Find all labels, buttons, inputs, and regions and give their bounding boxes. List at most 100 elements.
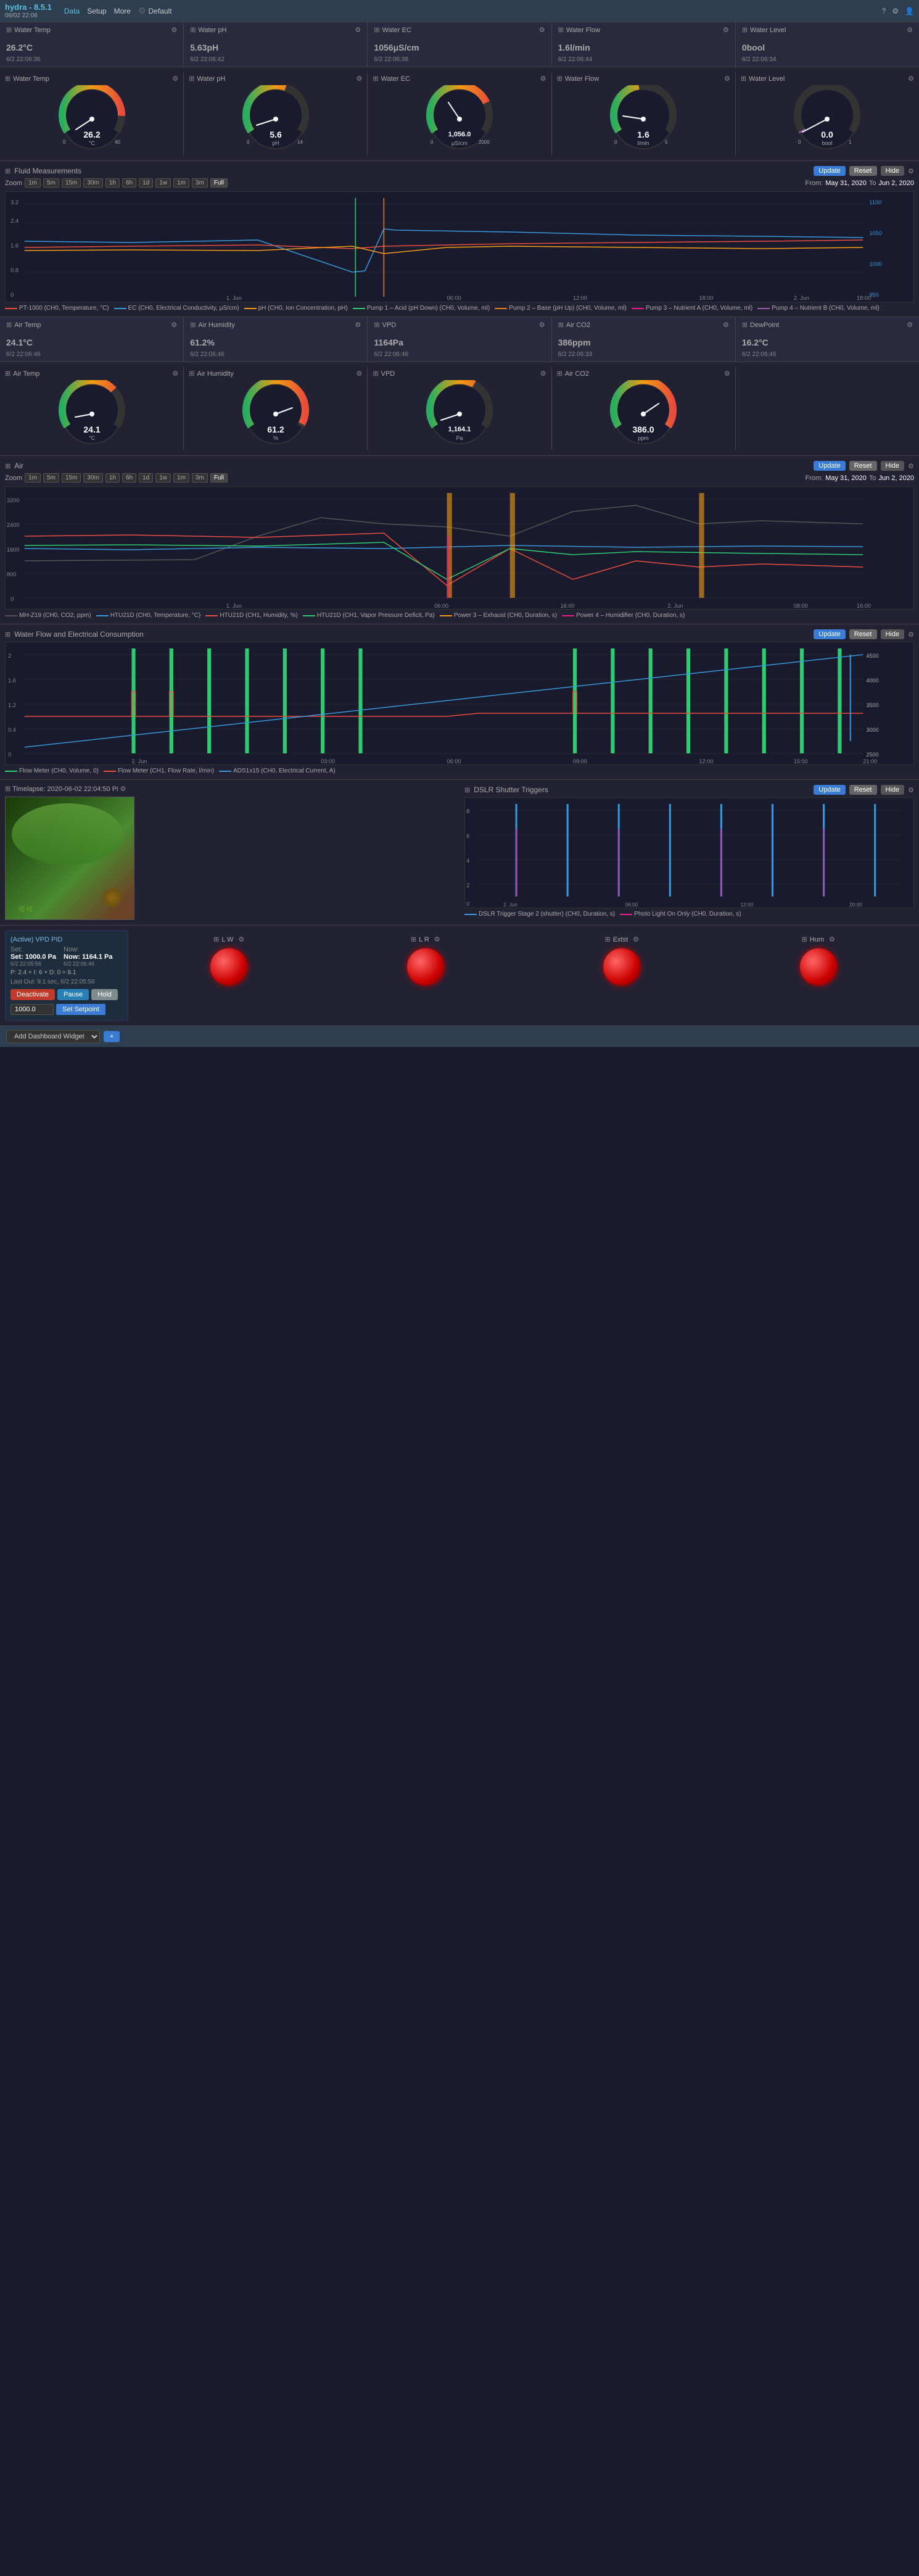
zoom-6h[interactable]: 6h <box>122 178 136 188</box>
fluid-reset-btn[interactable]: Reset <box>849 166 877 176</box>
gear-icon-at[interactable]: ⚙ <box>171 321 177 329</box>
settings-icon[interactable]: ⚙ <box>892 7 899 15</box>
wf-update-btn[interactable]: Update <box>814 629 845 639</box>
setpoint-input[interactable] <box>10 1004 54 1015</box>
wf-hide-btn[interactable]: Hide <box>881 629 905 639</box>
legend-power3: Power 3 – Exhaust (CH0, Duration, s) <box>440 612 557 619</box>
hold-button[interactable]: Hold <box>91 989 118 1000</box>
svg-text:0: 0 <box>10 292 14 298</box>
gauge-water-ec: ⊞ Water EC ⚙ 1,056.0 μS/cm 0 2000 <box>368 72 551 155</box>
gear-icon-gah[interactable]: ⚙ <box>356 370 363 378</box>
gear-icon-gwl[interactable]: ⚙ <box>908 75 914 83</box>
grid-icon-gwl: ⊞ <box>741 75 746 83</box>
air-zoom-full[interactable]: Full <box>210 473 228 482</box>
gear-icon-vpd[interactable]: ⚙ <box>539 321 545 329</box>
gear-icon-wfc[interactable]: ⚙ <box>908 631 914 639</box>
gear-icon-wl[interactable]: ⚙ <box>907 26 913 34</box>
fluid-measurements-section: ⊞ Fluid Measurements Update Reset Hide ⚙… <box>0 161 919 317</box>
svg-text:1.2: 1.2 <box>8 702 16 708</box>
led-ball-lw <box>210 948 247 985</box>
zoom-5m[interactable]: 5m <box>43 178 59 188</box>
grid-icon-vpd: ⊞ <box>374 321 379 329</box>
led-ball-hum <box>800 948 837 985</box>
zoom-15m[interactable]: 15m <box>62 178 81 188</box>
svg-text:pH: pH <box>272 140 279 146</box>
nav-setup[interactable]: Setup <box>87 7 106 15</box>
air-zoom-1d[interactable]: 1d <box>139 473 153 482</box>
deactivate-button[interactable]: Deactivate <box>10 989 55 1000</box>
air-zoom-1m[interactable]: 1m <box>25 473 41 482</box>
air-zoom-1w[interactable]: 1w <box>155 473 171 482</box>
nav-default[interactable]: Default <box>149 7 172 15</box>
gear-icon-gvpd[interactable]: ⚙ <box>540 370 546 378</box>
gear-icon-wt[interactable]: ⚙ <box>171 26 177 34</box>
gear-icon-gwec[interactable]: ⚙ <box>540 75 546 83</box>
air-widget-row: ⊞ Air Temp ⚙ 24.1°C 6/2 22:06:46 ⊞ Air H… <box>0 317 919 362</box>
set-setpoint-button[interactable]: Set Setpoint <box>56 1004 105 1015</box>
svg-text:0.4: 0.4 <box>8 727 16 733</box>
svg-text:6: 6 <box>466 833 469 839</box>
gear-icon-gwph[interactable]: ⚙ <box>356 75 363 83</box>
gear-icon-extst[interactable]: ⚙ <box>633 935 639 943</box>
gear-icon-wph[interactable]: ⚙ <box>355 26 361 34</box>
gauge-svg-water-temp: 26.2 °C 0 40 <box>58 85 126 153</box>
zoom-1d[interactable]: 1d <box>139 178 153 188</box>
gear-icon-gat[interactable]: ⚙ <box>172 370 178 378</box>
gear-icon-hum[interactable]: ⚙ <box>829 935 835 943</box>
nav-more[interactable]: More <box>114 7 131 15</box>
dslr-update-btn[interactable]: Update <box>814 785 845 795</box>
help-icon[interactable]: ? <box>882 7 886 15</box>
zoom-full[interactable]: Full <box>210 178 228 188</box>
svg-text:24.1: 24.1 <box>83 425 100 434</box>
air-zoom-5m[interactable]: 5m <box>43 473 59 482</box>
gear-icon-wf[interactable]: ⚙ <box>723 26 729 34</box>
zoom-1h[interactable]: 1h <box>105 178 120 188</box>
gear-icon-air[interactable]: ⚙ <box>908 462 914 470</box>
gear-icon-fluid[interactable]: ⚙ <box>908 167 914 175</box>
gear-icon-gwf[interactable]: ⚙ <box>724 75 730 83</box>
nav-data[interactable]: Data <box>64 7 80 15</box>
air-zoom-3mo[interactable]: 3m <box>192 473 208 482</box>
zoom-30m[interactable]: 30m <box>83 178 102 188</box>
gauge-svg-air-humidity: 61.2 % <box>242 380 310 448</box>
gear-icon-dp[interactable]: ⚙ <box>907 321 913 329</box>
dslr-hide-btn[interactable]: Hide <box>881 785 905 795</box>
gear-icon-dslr[interactable]: ⚙ <box>908 786 914 794</box>
zoom-1m[interactable]: 1m <box>25 178 41 188</box>
zoom-1mo[interactable]: 1m <box>173 178 189 188</box>
air-zoom-30m[interactable]: 30m <box>83 473 102 482</box>
fluid-update-btn[interactable]: Update <box>814 166 845 176</box>
gear-icon-lw[interactable]: ⚙ <box>239 935 245 943</box>
air-chart-legend: MH-Z19 (CH0, CO2, ppm) HTU21D (CH0, Temp… <box>5 612 914 619</box>
gear-icon-gwt[interactable]: ⚙ <box>172 75 178 83</box>
legend-ph: pH (CH0, Ion Concentration, pH) <box>244 305 348 312</box>
dslr-reset-btn[interactable]: Reset <box>849 785 877 795</box>
zoom-1w[interactable]: 1w <box>155 178 171 188</box>
user-icon[interactable]: 👤 <box>905 7 914 15</box>
svg-text:16:00: 16:00 <box>857 603 871 609</box>
air-zoom-15m[interactable]: 15m <box>62 473 81 482</box>
gear-icon-ac[interactable]: ⚙ <box>723 321 729 329</box>
zoom-3mo[interactable]: 3m <box>192 178 208 188</box>
add-widget-select[interactable]: Add Dashboard Widget <box>6 1030 100 1043</box>
air-hide-btn[interactable]: Hide <box>881 461 905 471</box>
gauge-svg-water-flow: 1.6 l/min 0 5 <box>609 85 677 153</box>
add-widget-button[interactable]: + <box>104 1031 120 1042</box>
air-zoom-1h[interactable]: 1h <box>105 473 120 482</box>
gear-icon-wec[interactable]: ⚙ <box>539 26 545 34</box>
gear-icon-gac[interactable]: ⚙ <box>724 370 730 378</box>
svg-text:1: 1 <box>849 139 852 145</box>
gear-icon-ah[interactable]: ⚙ <box>355 321 361 329</box>
air-reset-btn[interactable]: Reset <box>849 461 877 471</box>
air-update-btn[interactable]: Update <box>814 461 845 471</box>
air-zoom-6h[interactable]: 6h <box>122 473 136 482</box>
svg-text:5.6: 5.6 <box>270 130 282 139</box>
water-gauge-row: ⊞ Water Temp ⚙ 26.2 °C 0 40 ⊞ <box>0 67 919 161</box>
fluid-hide-btn[interactable]: Hide <box>881 166 905 176</box>
pause-button[interactable]: Pause <box>57 989 89 1000</box>
wf-reset-btn[interactable]: Reset <box>849 629 877 639</box>
legend-flowrate: Flow Meter (CH1, Flow Rate, l/min) <box>104 768 214 774</box>
air-zoom-1mo[interactable]: 1m <box>173 473 189 482</box>
gear-icon-tl[interactable]: ⚙ <box>120 785 126 793</box>
gear-icon-lr[interactable]: ⚙ <box>434 935 440 943</box>
